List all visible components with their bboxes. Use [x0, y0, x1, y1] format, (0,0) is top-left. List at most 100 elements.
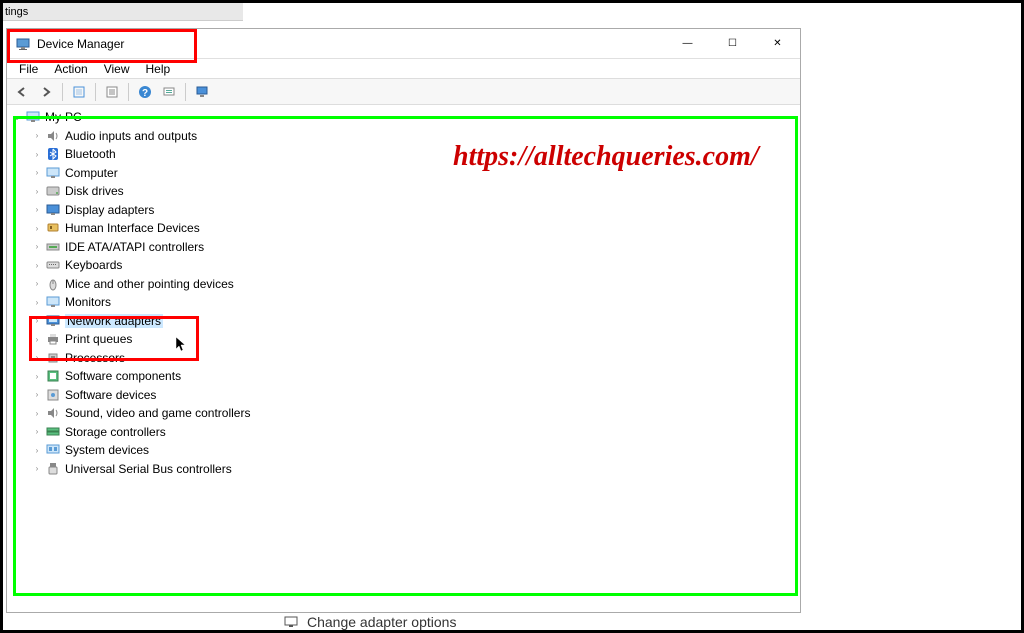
expander-icon[interactable]: ›	[31, 463, 43, 475]
expander-icon[interactable]: ›	[31, 352, 43, 364]
toolbar-separator	[62, 83, 63, 101]
svg-text:?: ?	[142, 88, 148, 99]
tree-item[interactable]: ›Display adapters	[11, 201, 800, 220]
maximize-button[interactable]: ☐	[710, 30, 755, 58]
bottom-fragment-text: Change adapter options	[307, 614, 456, 630]
disk-icon	[45, 183, 61, 199]
usb-icon	[45, 461, 61, 477]
properties-icon[interactable]	[101, 81, 123, 103]
tree-item[interactable]: › Software devices	[11, 386, 800, 405]
help-icon[interactable]: ?	[134, 81, 156, 103]
bluetooth-icon	[45, 146, 61, 162]
expander-icon[interactable]: ›	[31, 185, 43, 197]
mouse-icon	[45, 276, 61, 292]
expander-icon[interactable]: ›	[31, 278, 43, 290]
tree-item[interactable]: › Mice and other pointing devices	[11, 275, 800, 294]
tree-item[interactable]: › Sound, video and game controllers	[11, 404, 800, 423]
toolbar-separator	[95, 83, 96, 101]
expander-icon[interactable]: ›	[31, 370, 43, 382]
expander-icon[interactable]: ›	[31, 426, 43, 438]
display-icon	[45, 202, 61, 218]
scan-icon[interactable]	[158, 81, 180, 103]
tree-item[interactable]: › Processors	[11, 349, 800, 368]
root-label: My-PC	[45, 110, 82, 124]
expander-icon[interactable]: ›	[31, 296, 43, 308]
menubar: File Action View Help	[7, 59, 800, 79]
tree-item-label: Sound, video and game controllers	[65, 406, 250, 420]
tree-item[interactable]: › Monitors	[11, 293, 800, 312]
device-manager-window: Device Manager — ☐ ✕ File Action View He…	[6, 28, 801, 613]
close-button[interactable]: ✕	[755, 30, 800, 58]
expander-icon[interactable]: ›	[31, 130, 43, 142]
network-icon	[45, 313, 61, 329]
sound-icon	[45, 405, 61, 421]
sw-dev-icon	[45, 387, 61, 403]
tree-item-label: Mice and other pointing devices	[65, 277, 234, 291]
menu-view[interactable]: View	[98, 60, 136, 78]
menu-help[interactable]: Help	[140, 60, 177, 78]
tree-item[interactable]: ›Computer	[11, 164, 800, 183]
expander-icon[interactable]: ›	[31, 407, 43, 419]
tree-item[interactable]: › Human Interface Devices	[11, 219, 800, 238]
system-icon	[45, 442, 61, 458]
tree-item[interactable]: › Bluetooth	[11, 145, 800, 164]
tree-item[interactable]: › Network adapters	[11, 312, 800, 331]
computer-root-icon	[25, 109, 41, 125]
expander-icon[interactable]: ›	[31, 389, 43, 401]
expander-icon[interactable]: ⌄	[11, 111, 23, 123]
bottom-fragment: Change adapter options	[283, 614, 456, 630]
sw-comp-icon	[45, 368, 61, 384]
show-hidden-icon[interactable]	[68, 81, 90, 103]
expander-icon[interactable]: ›	[31, 241, 43, 253]
toolbar-separator	[128, 83, 129, 101]
tree-item-label: System devices	[65, 443, 149, 457]
forward-arrow-icon[interactable]	[35, 81, 57, 103]
storage-icon	[45, 424, 61, 440]
expander-icon[interactable]: ›	[31, 167, 43, 179]
window-title: Device Manager	[37, 37, 665, 51]
tree-item[interactable]: › Audio inputs and outputs	[11, 127, 800, 146]
computer-icon	[45, 165, 61, 181]
tree-item[interactable]: › Universal Serial Bus controllers	[11, 460, 800, 479]
tree-item-label: Universal Serial Bus controllers	[65, 462, 232, 476]
expander-icon[interactable]: ›	[31, 333, 43, 345]
tree-item[interactable]: › System devices	[11, 441, 800, 460]
tree-item-label: Processors	[65, 351, 125, 365]
background-settings-title: tings	[3, 3, 243, 21]
menu-action[interactable]: Action	[48, 60, 93, 78]
tree-item-label: Audio inputs and outputs	[65, 129, 197, 143]
tree-item[interactable]: ›Keyboards	[11, 256, 800, 275]
audio-icon	[45, 128, 61, 144]
tree-item-label: Software components	[65, 369, 181, 383]
printer-icon	[45, 331, 61, 347]
toolbar-separator	[185, 83, 186, 101]
monitor-icon[interactable]	[191, 81, 213, 103]
cpu-icon	[45, 350, 61, 366]
ide-icon	[45, 239, 61, 255]
tree-item-label: IDE ATA/ATAPI controllers	[65, 240, 204, 254]
tree-item-label: Storage controllers	[65, 425, 166, 439]
expander-icon[interactable]: ›	[31, 148, 43, 160]
expander-icon[interactable]: ›	[31, 315, 43, 327]
tree-root[interactable]: ⌄ My-PC	[11, 108, 800, 127]
tree-item[interactable]: › Storage controllers	[11, 423, 800, 442]
expander-icon[interactable]: ›	[31, 259, 43, 271]
keyboard-icon	[45, 257, 61, 273]
tree-item-label: Network adapters	[65, 314, 163, 328]
device-manager-icon	[15, 36, 31, 52]
expander-icon[interactable]: ›	[31, 444, 43, 456]
menu-file[interactable]: File	[13, 60, 44, 78]
tree-item-label: Monitors	[65, 295, 111, 309]
device-tree[interactable]: ⌄ My-PC › Audio inputs and outputs › Blueto…	[7, 105, 800, 612]
tree-item[interactable]: ›Disk drives	[11, 182, 800, 201]
back-arrow-icon[interactable]	[11, 81, 33, 103]
tree-item[interactable]: › Software components	[11, 367, 800, 386]
tree-item-label: Bluetooth	[65, 147, 116, 161]
tree-item[interactable]: ›Print queues	[11, 330, 800, 349]
minimize-button[interactable]: —	[665, 30, 710, 58]
tree-item[interactable]: › IDE ATA/ATAPI controllers	[11, 238, 800, 257]
tree-item-label: Software devices	[65, 388, 156, 402]
expander-icon[interactable]: ›	[31, 222, 43, 234]
tree-item-label: Human Interface Devices	[65, 221, 200, 235]
expander-icon[interactable]: ›	[31, 204, 43, 216]
